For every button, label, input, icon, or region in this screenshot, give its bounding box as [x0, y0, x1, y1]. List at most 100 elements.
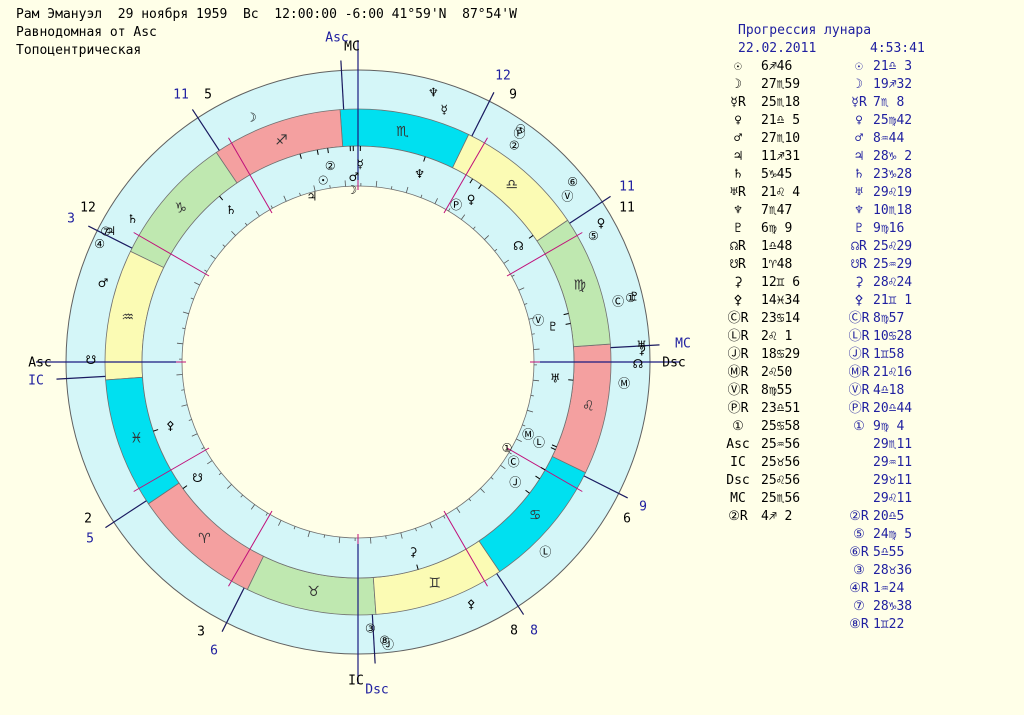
- natal-planet-glyph: ②: [325, 159, 336, 173]
- angle-label-prog-mc: MC: [675, 337, 691, 352]
- natal-glyph: ♄: [734, 167, 742, 182]
- natal-glyph: ♅R: [730, 185, 746, 200]
- prog-glyph: ☋R: [851, 257, 867, 272]
- prog-glyph: ♆: [855, 203, 863, 218]
- natal-position: 21♎ 5: [761, 113, 801, 128]
- natal-glyph: ①: [732, 419, 744, 434]
- angle-label-prog-ic: IC: [28, 374, 44, 389]
- natal-glyph: ⓋR: [727, 383, 749, 398]
- natal-position: 18♋29: [761, 347, 801, 362]
- prog-glyph: ⑧R: [849, 617, 869, 632]
- natal-position: 23♎51: [761, 401, 801, 416]
- natal-position: 25♌56: [761, 473, 801, 488]
- prog-glyph: ♃: [855, 149, 863, 164]
- natal-position: 6♍ 9: [761, 221, 793, 236]
- prog-position: 19♐32: [873, 77, 913, 92]
- table-row: ⑧R 1♊22: [715, 616, 1015, 634]
- prog-glyph: ♂: [855, 131, 863, 146]
- prog-planet-glyph: ☽: [246, 110, 257, 124]
- prog-planet-glyph: ⑤: [588, 229, 599, 243]
- prog-position: 28♑38: [873, 599, 913, 614]
- prog-position: 28♌24: [873, 275, 913, 290]
- natal-planet-glyph: Ⓙ: [509, 475, 521, 489]
- prog-glyph: ☽: [855, 77, 863, 92]
- table-row: ③ 28♉36: [715, 562, 1015, 580]
- table-row: ☋R 1♈48 ☋R 25♒29: [715, 256, 1015, 274]
- prog-position: 29♉11: [873, 473, 913, 488]
- natal-glyph: ♃: [734, 149, 742, 164]
- prog-position: 28♑ 2: [873, 149, 913, 164]
- prog-glyph: ⓂR: [848, 365, 870, 380]
- natal-position: 14♓34: [761, 293, 801, 308]
- prog-planet-glyph: Ⓒ: [612, 295, 624, 309]
- prog-position: 8♒44: [873, 131, 905, 146]
- table-row: ♅R 21♌ 4 ♅ 29♌19: [715, 184, 1015, 202]
- natal-glyph: ☽: [734, 77, 742, 92]
- prog-glyph: ☉: [855, 59, 863, 74]
- prog-planet-glyph: ♇: [629, 289, 640, 303]
- table-row: ⑥R 5♎55: [715, 544, 1015, 562]
- natal-planet-glyph: ☊: [513, 239, 524, 253]
- natal-planet-glyph: Ⓟ: [450, 198, 462, 212]
- prog-glyph: ⑥R: [849, 545, 869, 560]
- prog-position: 1♊22: [873, 617, 905, 632]
- natal-planet-glyph: Ⓥ: [532, 313, 544, 327]
- natal-house-number: 3: [197, 625, 205, 640]
- natal-position: 12♊ 6: [761, 275, 801, 290]
- prog-glyph: ♄: [855, 167, 863, 182]
- natal-planet-glyph: ☋: [192, 471, 203, 485]
- natal-glyph: ⓂR: [727, 365, 749, 380]
- zodiac-sign-glyph: ♌: [582, 398, 595, 414]
- natal-glyph: ⓅR: [727, 401, 749, 416]
- zodiac-sign-glyph: ♊: [428, 576, 441, 592]
- natal-glyph: ⚴: [733, 293, 743, 308]
- natal-planet-glyph: ♃: [306, 189, 317, 203]
- zodiac-sign-glyph: ♋: [529, 508, 542, 524]
- chart-center: [181, 185, 535, 539]
- prog-planet-glyph: ♆: [428, 85, 439, 99]
- prog-planet-glyph: Ⓛ: [539, 545, 551, 559]
- prog-planet-glyph: Ⓙ: [382, 637, 394, 651]
- natal-planet-glyph: ♄: [226, 203, 237, 217]
- prog-glyph: ♅: [855, 185, 863, 200]
- prog-planet-glyph: ♂: [98, 276, 109, 290]
- prog-planet-glyph: ☋: [86, 353, 97, 367]
- natal-planet-glyph: ☽: [346, 183, 357, 197]
- natal-glyph: ☋R: [730, 257, 746, 272]
- positions-table: Прогрессия лунара 22.02.2011 4:53:41 ☉ 6♐…: [715, 22, 1015, 634]
- table-row: ⓁR 2♌ 1 ⓁR 10♋28: [715, 328, 1015, 346]
- prog-position: 28♉36: [873, 563, 913, 578]
- natal-glyph: Asc: [726, 437, 750, 452]
- zodiac-sign-glyph: ♎: [505, 177, 518, 193]
- prog-planet-glyph: ☿: [440, 102, 447, 116]
- natal-house-number: 11: [619, 201, 635, 216]
- natal-planet-glyph: ⚳: [409, 545, 418, 559]
- natal-glyph: ♂: [734, 131, 742, 146]
- prog-house-number: 6: [210, 644, 218, 659]
- progression-title-row: Прогрессия лунара: [715, 22, 1015, 40]
- natal-house-number: 6: [623, 512, 631, 527]
- natal-position: 4♐ 2: [761, 509, 793, 524]
- table-row: ④R 1♒24: [715, 580, 1015, 598]
- natal-position: 2♌50: [761, 365, 793, 380]
- prog-glyph: ②R: [849, 509, 869, 524]
- table-row: Dsc 25♌56 29♉11: [715, 472, 1015, 490]
- prog-glyph: ⓁR: [848, 329, 870, 344]
- progression-date-row: 22.02.2011 4:53:41: [715, 40, 1015, 58]
- prog-position: 25♒29: [873, 257, 913, 272]
- prog-planet-glyph: ④: [94, 237, 105, 251]
- natal-position: 25♏18: [761, 95, 801, 110]
- natal-house-number: 5: [204, 88, 212, 103]
- natal-planet-glyph: ♂: [349, 170, 360, 184]
- natal-glyph: ♇: [734, 221, 742, 236]
- natal-glyph: Dsc: [726, 473, 750, 488]
- table-row: ♂ 27♏10 ♂ 8♒44: [715, 130, 1015, 148]
- zodiac-sign-glyph: ♏: [396, 124, 409, 140]
- natal-planet-glyph: ☉: [318, 173, 329, 187]
- degree-tick: [323, 534, 326, 538]
- table-row: ♃ 11♐31 ♃ 28♑ 2: [715, 148, 1015, 166]
- natal-planet-glyph: ♅: [550, 372, 561, 386]
- prog-glyph: ♇: [855, 221, 863, 236]
- degree-tick: [182, 327, 186, 330]
- table-row: ⚳ 12♊ 6 ⚳ 28♌24: [715, 274, 1015, 292]
